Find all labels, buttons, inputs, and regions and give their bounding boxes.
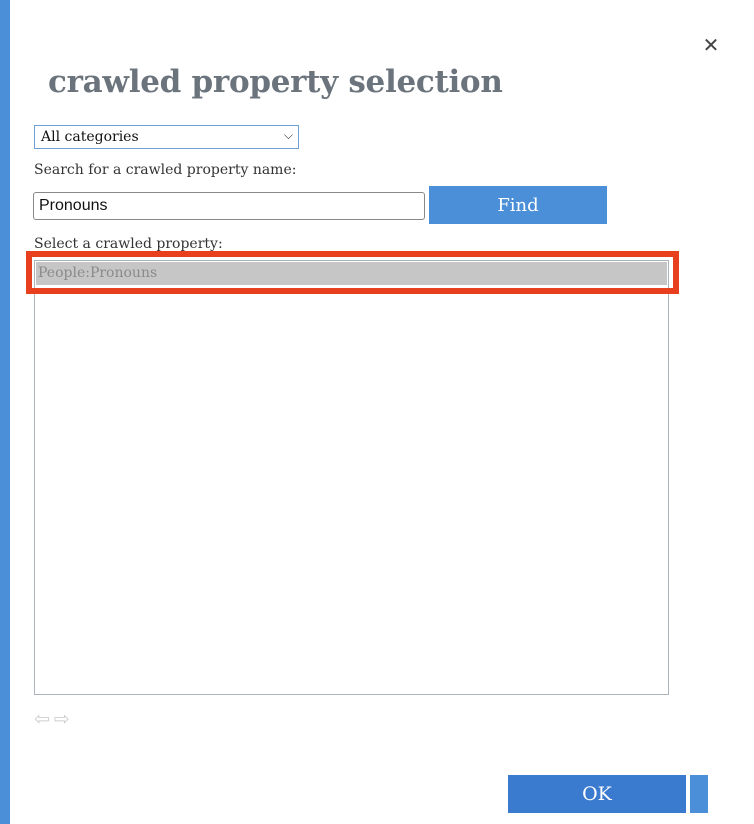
find-button[interactable]: Find [429, 186, 607, 224]
list-item-people-pronouns[interactable]: People:Pronouns [36, 262, 667, 285]
left-accent-bar [0, 0, 10, 824]
search-label: Search for a crawled property name: [34, 162, 297, 178]
category-dropdown-value: All categories [41, 129, 139, 145]
cancel-button[interactable] [690, 775, 708, 813]
chevron-down-icon: ⌵ [283, 128, 293, 142]
ok-button[interactable]: OK [508, 775, 686, 813]
next-page-icon[interactable]: ⇨ [54, 709, 70, 729]
category-dropdown[interactable]: All categories ⌵ [34, 125, 299, 149]
search-input[interactable] [33, 192, 425, 220]
dialog-title: crawled property selection [48, 64, 503, 100]
paging-controls: ⇦ ⇨ [34, 709, 70, 729]
crawled-property-list[interactable] [34, 260, 669, 695]
property-list-label: Select a crawled property: [34, 236, 223, 252]
close-icon[interactable]: ✕ [700, 34, 722, 56]
previous-page-icon[interactable]: ⇦ [34, 709, 50, 729]
